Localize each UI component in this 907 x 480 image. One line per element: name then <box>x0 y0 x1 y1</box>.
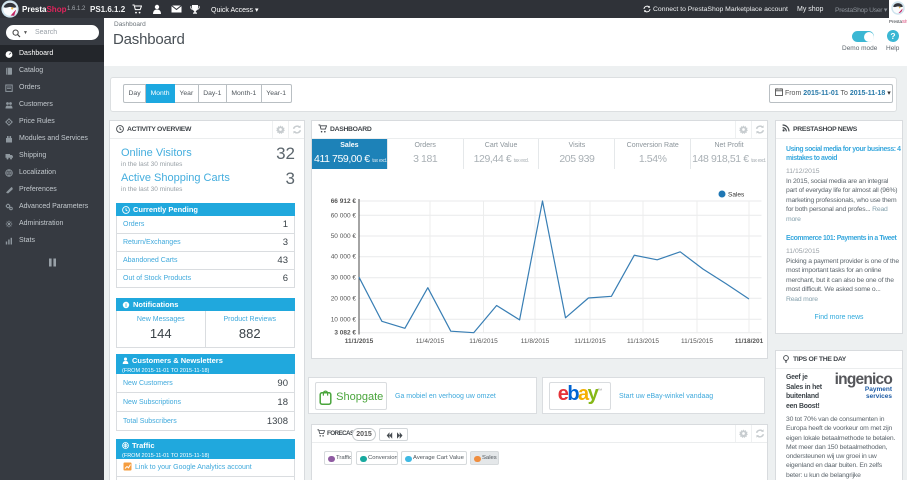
svg-text:60 000 €: 60 000 € <box>331 212 357 219</box>
svg-text:40 000 €: 40 000 € <box>331 254 357 261</box>
svg-text:11/1/2015: 11/1/2015 <box>345 338 374 345</box>
svg-text:50 000 €: 50 000 € <box>331 233 357 240</box>
svg-text:Sales: Sales <box>728 192 745 199</box>
svg-text:11/15/2015: 11/15/2015 <box>681 338 713 345</box>
svg-text:30 000 €: 30 000 € <box>331 275 357 282</box>
svg-text:11/4/2015: 11/4/2015 <box>416 338 445 345</box>
svg-text:3 082 €: 3 082 € <box>334 330 356 337</box>
svg-text:11/18/201: 11/18/201 <box>735 338 764 345</box>
svg-text:20 000 €: 20 000 € <box>331 295 357 302</box>
svg-text:11/13/2015: 11/13/2015 <box>627 338 659 345</box>
svg-text:66 912 €: 66 912 € <box>331 198 357 205</box>
svg-text:11/11/2015: 11/11/2015 <box>574 338 606 345</box>
svg-text:10 000 €: 10 000 € <box>331 316 357 323</box>
svg-text:11/8/2015: 11/8/2015 <box>521 338 550 345</box>
svg-text:11/6/2015: 11/6/2015 <box>469 338 498 345</box>
